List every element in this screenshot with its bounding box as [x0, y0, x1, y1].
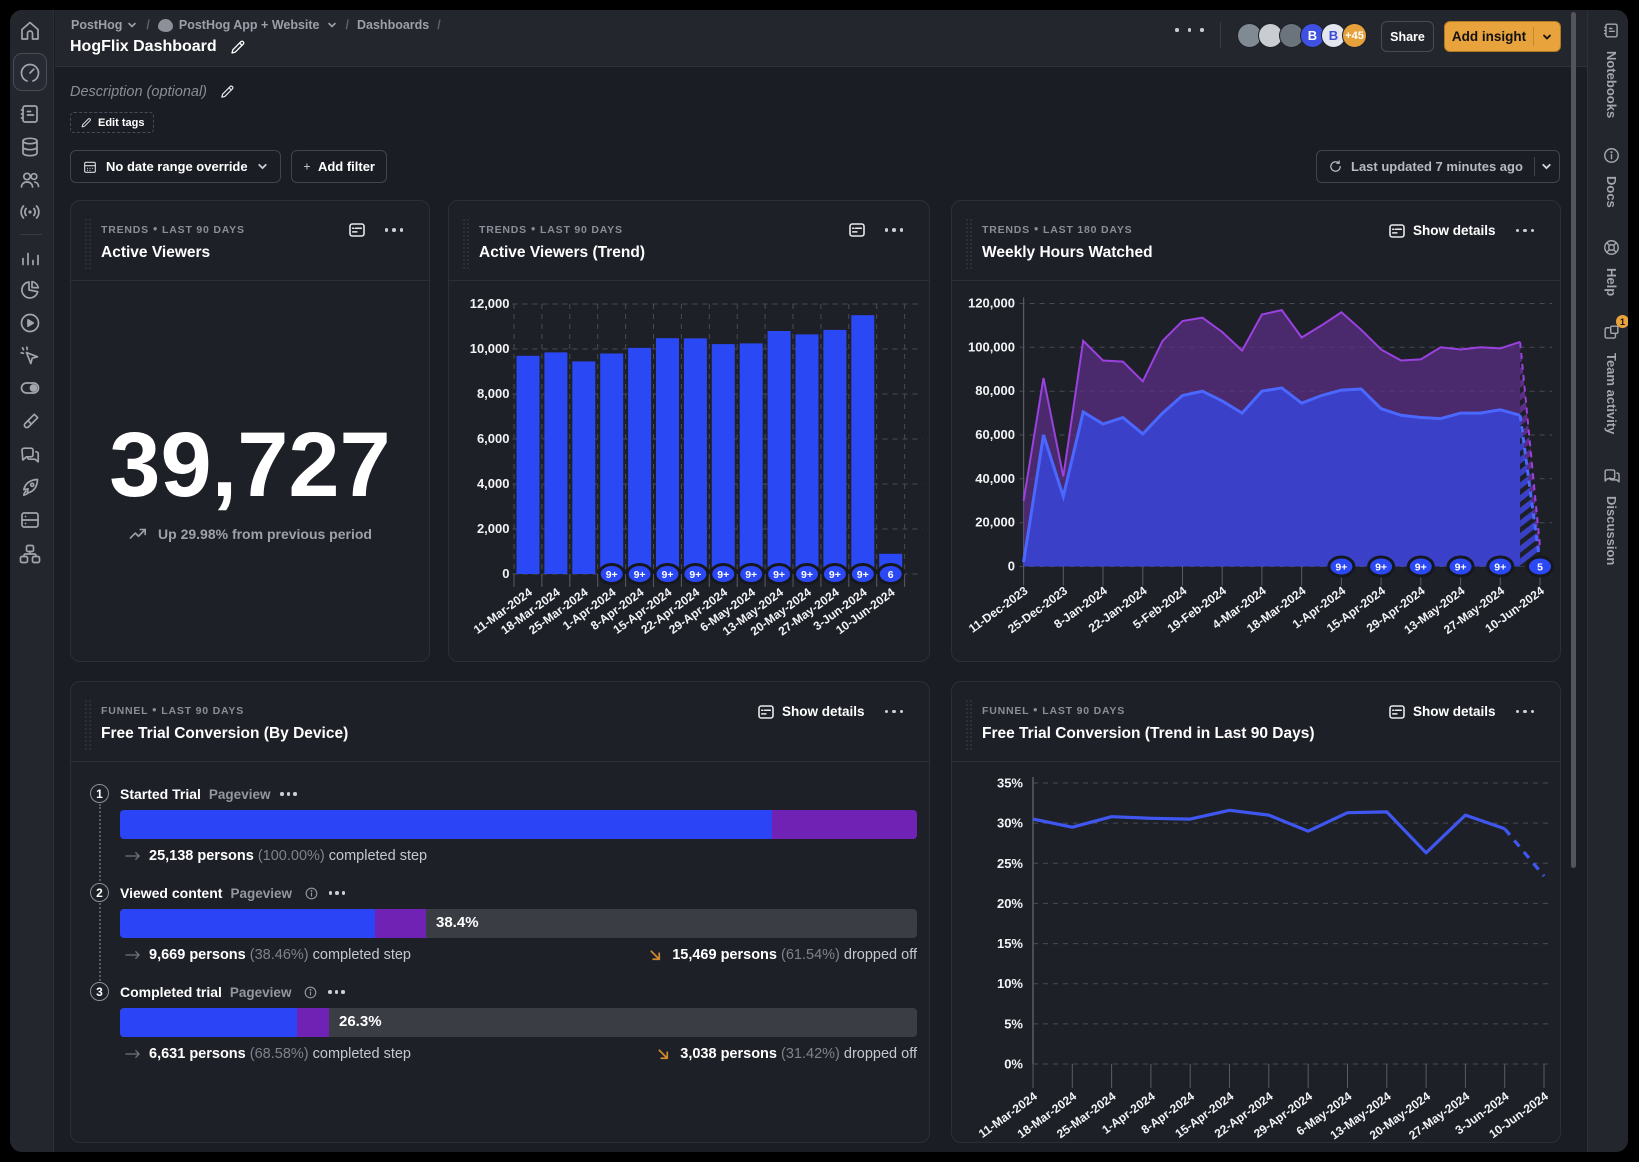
svg-text:25%: 25% — [997, 856, 1023, 871]
svg-text:4,000: 4,000 — [477, 476, 510, 491]
svg-text:40,000: 40,000 — [975, 471, 1015, 486]
svg-text:10%: 10% — [997, 976, 1023, 991]
svg-text:5%: 5% — [1004, 1016, 1023, 1031]
svg-text:9+: 9+ — [773, 569, 785, 581]
svg-text:30%: 30% — [997, 816, 1023, 831]
svg-text:5: 5 — [1537, 561, 1543, 573]
svg-text:9+: 9+ — [745, 569, 757, 581]
svg-text:6: 6 — [888, 569, 894, 581]
svg-text:35%: 35% — [997, 776, 1023, 791]
svg-text:120,000: 120,000 — [968, 296, 1015, 311]
svg-text:9+: 9+ — [634, 569, 646, 581]
svg-text:9+: 9+ — [1375, 561, 1387, 573]
svg-text:9+: 9+ — [1494, 561, 1506, 573]
svg-text:80,000: 80,000 — [975, 383, 1015, 398]
svg-text:9+: 9+ — [801, 569, 813, 581]
svg-text:2,000: 2,000 — [477, 521, 510, 536]
svg-text:9+: 9+ — [717, 569, 729, 581]
svg-text:15%: 15% — [997, 936, 1023, 951]
svg-text:20%: 20% — [997, 896, 1023, 911]
svg-text:6,000: 6,000 — [477, 431, 510, 446]
svg-text:60,000: 60,000 — [975, 427, 1015, 442]
svg-text:9+: 9+ — [857, 569, 869, 581]
svg-text:9+: 9+ — [1455, 561, 1467, 573]
svg-text:9+: 9+ — [1335, 561, 1347, 573]
svg-text:0: 0 — [1008, 559, 1015, 574]
svg-text:0%: 0% — [1004, 1057, 1023, 1072]
svg-text:8,000: 8,000 — [477, 386, 510, 401]
svg-text:9+: 9+ — [606, 569, 618, 581]
svg-text:9+: 9+ — [829, 569, 841, 581]
svg-text:20,000: 20,000 — [975, 515, 1015, 530]
svg-text:0: 0 — [502, 566, 509, 581]
svg-text:10,000: 10,000 — [470, 341, 510, 356]
svg-text:12,000: 12,000 — [470, 296, 510, 311]
svg-text:9+: 9+ — [662, 569, 674, 581]
svg-text:100,000: 100,000 — [968, 339, 1015, 354]
svg-text:9+: 9+ — [1415, 561, 1427, 573]
svg-text:9+: 9+ — [689, 569, 701, 581]
